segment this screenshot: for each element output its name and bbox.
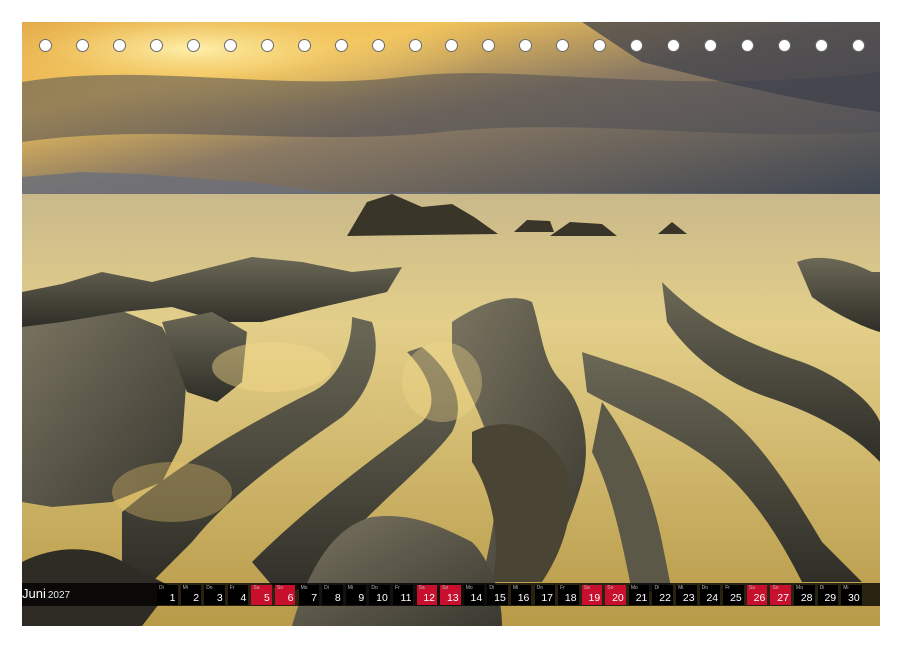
day-cell: Di 22	[652, 585, 673, 605]
day-number: 30	[848, 592, 860, 604]
day-number: 24	[706, 592, 719, 604]
day-number: 20	[612, 592, 624, 604]
day-number: 9	[358, 592, 365, 604]
day-number: 26	[753, 592, 766, 604]
weekday-abbrev: Mi	[843, 585, 849, 591]
day-cell: Fr 25	[723, 585, 744, 605]
day-cell: Fr 11	[392, 585, 414, 605]
day-number: 13	[446, 592, 459, 604]
day-cell: Sa 5	[251, 585, 272, 605]
weekday-abbrev: Mo	[300, 585, 308, 591]
day-cell: Mi 16	[510, 585, 532, 605]
weekday-abbrev: Sa	[583, 585, 590, 591]
day-cell: Do 10	[369, 585, 390, 605]
day-cell: So 6	[274, 585, 296, 605]
day-number: 27	[777, 592, 789, 604]
day-number: 22	[659, 592, 671, 604]
weekday-abbrev: Do	[536, 585, 543, 591]
day-number: 21	[635, 592, 648, 604]
weekday-abbrev: Mo	[630, 585, 638, 591]
day-cell: Mi 2	[180, 585, 202, 605]
day-cell: Fr 18	[558, 585, 579, 605]
day-number: 11	[400, 592, 412, 604]
weekday-abbrev: Do	[206, 585, 213, 591]
day-cell: So 13	[440, 585, 461, 605]
weekday-abbrev: Di	[819, 585, 825, 591]
weekday-abbrev: Mi	[347, 585, 354, 591]
day-number: 17	[541, 592, 553, 604]
weekday-abbrev: So	[442, 585, 449, 591]
weekday-abbrev: Mi	[182, 585, 188, 591]
day-number: 25	[730, 592, 742, 604]
day-number: 1	[169, 592, 176, 604]
day-cell: Mo 21	[628, 585, 650, 605]
weekday-abbrev: Fr	[560, 585, 565, 591]
day-number: 10	[376, 592, 388, 604]
weekday-abbrev: Do	[371, 585, 378, 591]
weekday-abbrev: Mo	[796, 585, 803, 591]
day-number: 2	[193, 592, 200, 604]
day-cell: Mo 14	[463, 585, 485, 605]
day-cells: Di 1 Mi 2 Do 3 Fr 4 Sa 5 So 6 Mo 7 Di 8 Mi 9 Do 10 Fr 11 Sa 12 S…	[157, 585, 862, 605]
day-cell: Do 17	[534, 585, 555, 605]
day-cell: Di 1	[157, 585, 178, 605]
day-cell: Mi 9	[345, 585, 367, 605]
weekday-abbrev: Fr	[229, 585, 235, 591]
day-number: 15	[494, 592, 506, 604]
weekday-abbrev: Sa	[748, 585, 755, 591]
day-number: 19	[588, 592, 601, 604]
weekday-abbrev: Di	[654, 585, 660, 591]
weekday-abbrev: So	[607, 585, 614, 591]
weekday-abbrev: So	[772, 585, 779, 591]
weekday-abbrev: Do	[701, 585, 709, 591]
weekday-abbrev: Di	[324, 585, 329, 591]
calendar-page	[22, 22, 880, 626]
day-number: 23	[682, 592, 695, 604]
day-cell: Mo 28	[794, 585, 815, 605]
day-number: 6	[287, 592, 294, 604]
weekday-abbrev: Di	[159, 585, 164, 591]
month-name: Juni	[22, 586, 46, 601]
weekday-abbrev: Di	[489, 585, 495, 591]
day-cell: Sa 12	[416, 585, 438, 605]
day-cell: Di 15	[487, 585, 508, 605]
day-number: 29	[824, 592, 837, 604]
day-number: 18	[564, 592, 577, 604]
day-number: 8	[334, 592, 341, 604]
weekday-abbrev: Mi	[512, 585, 519, 591]
day-cell: Di 29	[817, 585, 839, 605]
weekday-abbrev: Sa	[253, 585, 260, 591]
weekday-abbrev: Mi	[678, 585, 684, 591]
day-number: 16	[517, 592, 530, 604]
day-cell: Do 24	[699, 585, 721, 605]
day-cell: So 20	[605, 585, 626, 605]
day-cell: Sa 26	[746, 585, 768, 605]
day-number: 3	[216, 592, 223, 604]
day-number: 7	[311, 592, 318, 604]
day-cell: Di 8	[322, 585, 343, 605]
day-cell: Fr 4	[227, 585, 249, 605]
day-number: 5	[264, 592, 270, 604]
weekday-abbrev: So	[276, 585, 284, 591]
day-cell: Mi 30	[841, 585, 862, 605]
day-number: 4	[240, 592, 247, 604]
weekday-abbrev: Sa	[418, 585, 425, 591]
day-number: 14	[470, 592, 483, 604]
coastal-rock-photo	[22, 22, 880, 626]
day-number: 28	[800, 592, 813, 604]
day-cell: Mi 23	[676, 585, 697, 605]
day-cell: Sa 19	[581, 585, 603, 605]
day-cell: Mo 7	[298, 585, 320, 605]
day-number: 12	[423, 592, 436, 604]
month-label: Juni 2027	[22, 586, 70, 601]
day-cell: So 27	[770, 585, 791, 605]
weekday-abbrev: Fr	[725, 585, 730, 591]
weekday-abbrev: Mo	[465, 585, 473, 591]
year-label: 2027	[47, 590, 71, 601]
weekday-abbrev: Fr	[394, 585, 400, 591]
day-cell: Do 3	[204, 585, 225, 605]
